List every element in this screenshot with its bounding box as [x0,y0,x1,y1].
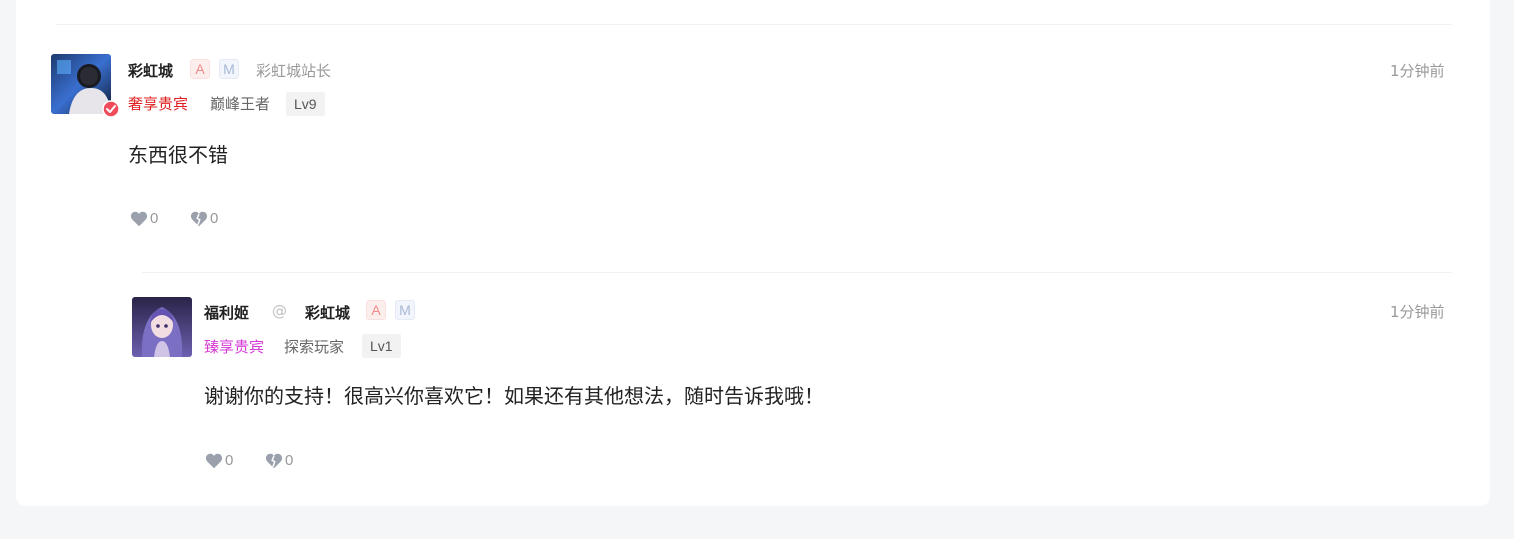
avatar-image [132,297,192,357]
admin-badge: A [366,300,386,320]
like-button[interactable]: 0 [205,452,233,469]
comment-time: 1分钟前 [1390,62,1445,80]
reply-divider [142,272,1452,273]
top-divider [56,24,1452,25]
level-badge: Lv9 [286,92,325,116]
reply-to-user[interactable]: 彩虹城 [305,302,350,323]
dislike-count: 0 [210,210,219,227]
admin-badge: A [190,59,210,79]
like-count: 0 [150,210,159,227]
comment-content: 东西很不错 [128,143,228,167]
comment-time: 1分钟前 [1390,303,1445,321]
user-title: 彩虹城站长 [256,62,332,80]
vip-label: 臻享贵宾 [204,338,265,356]
comment-author[interactable]: 福利姬 [204,302,249,323]
verified-check-icon [102,100,120,118]
dislike-button[interactable]: 0 [265,452,293,469]
comment-author[interactable]: 彩虹城 [128,60,173,81]
dislike-count: 0 [285,452,294,469]
comment-content: 谢谢你的支持！很高兴你喜欢它！如果还有其他想法，随时告诉我哦！ [204,384,824,408]
vip-label: 奢享贵宾 [128,95,189,113]
at-symbol: @ [272,302,287,320]
like-button[interactable]: 0 [130,210,158,227]
comment-card: 彩虹城 A M 彩虹城站长 奢享贵宾 巅峰王者 Lv9 1分钟前 东西很不错 0… [16,0,1490,506]
broken-heart-icon [265,453,283,468]
rank-label: 探索玩家 [284,338,345,356]
heart-icon [205,453,223,468]
dislike-button[interactable]: 0 [190,210,218,227]
avatar[interactable] [132,297,192,357]
moderator-badge: M [219,59,239,79]
like-count: 0 [225,452,234,469]
moderator-badge: M [395,300,415,320]
rank-label: 巅峰王者 [210,95,271,113]
broken-heart-icon [190,211,208,226]
heart-icon [130,211,148,226]
level-badge: Lv1 [362,334,401,358]
